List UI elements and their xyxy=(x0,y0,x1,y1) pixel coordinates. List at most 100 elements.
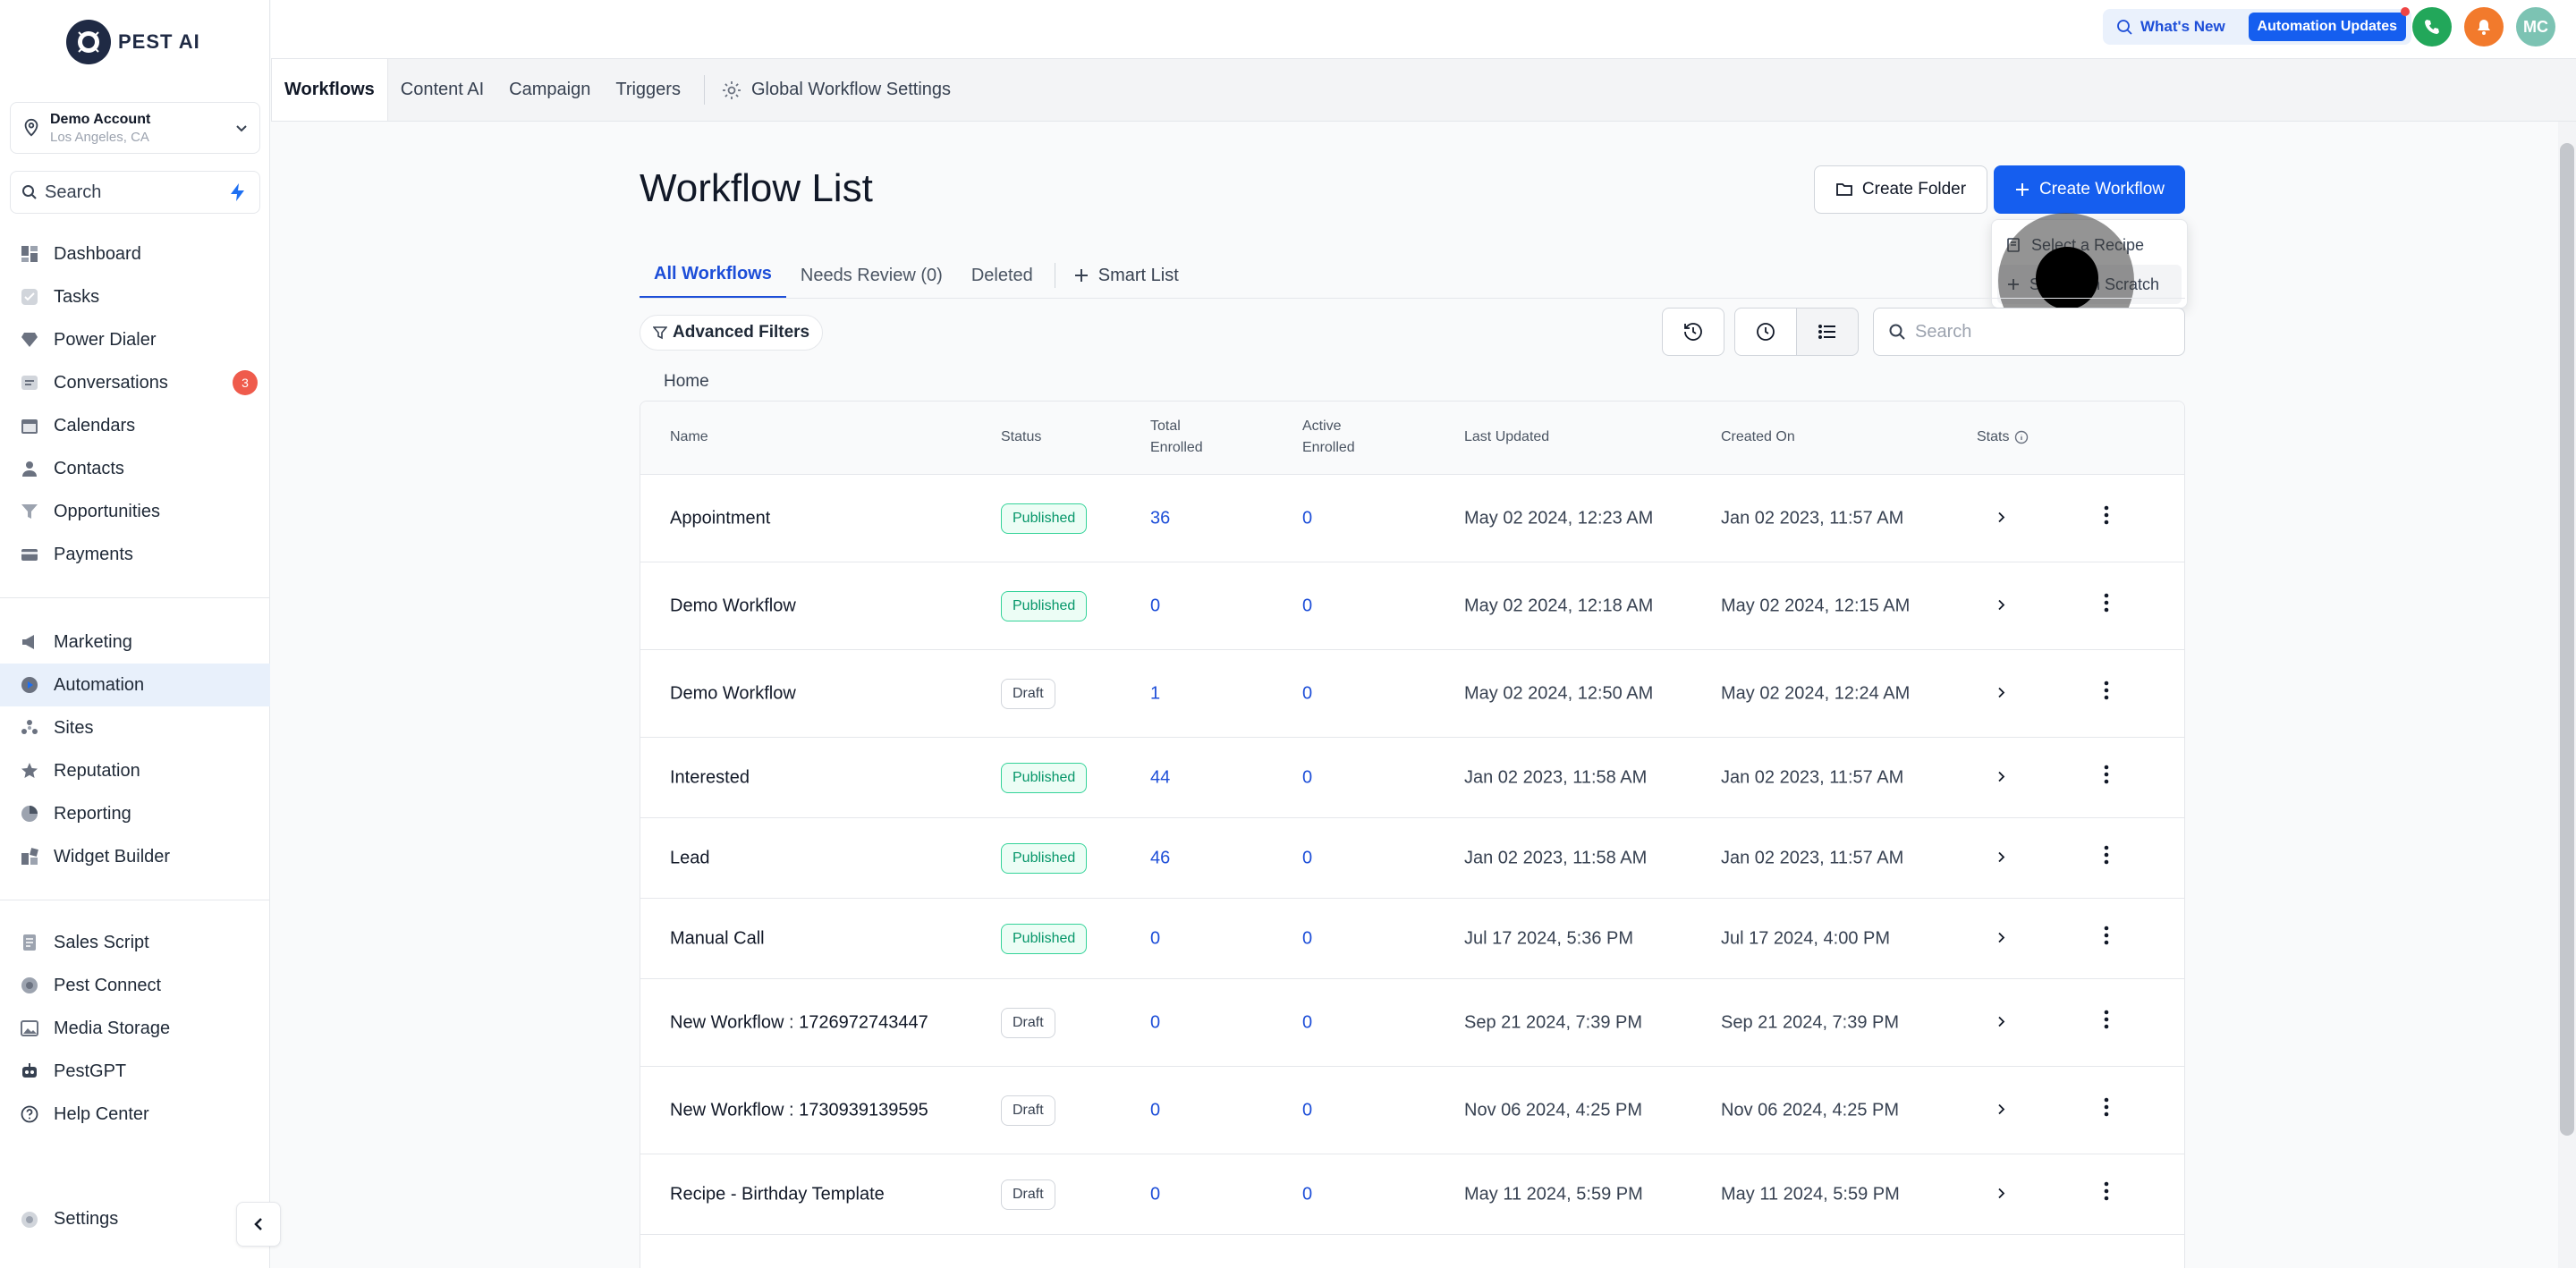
total-enrolled[interactable]: 0 xyxy=(1150,1182,1160,1206)
user-avatar[interactable]: MC xyxy=(2516,7,2555,46)
tab-workflows[interactable]: Workflows xyxy=(271,59,388,121)
active-enrolled[interactable]: 0 xyxy=(1302,681,1312,706)
table-row[interactable]: Lead Published 46 0 Jan 02 2023, 11:58 AM Jan… xyxy=(640,818,2184,899)
sidebar-item-conversations[interactable]: Conversations 3 xyxy=(0,361,270,404)
col-header-name[interactable]: Name xyxy=(670,427,708,448)
table-row[interactable]: Appointment Published 36 0 May 02 2024, 12:2… xyxy=(640,475,2184,562)
table-row[interactable]: New Workflow : 1730939139595 Draft 0 0 Nov 0… xyxy=(640,1067,2184,1154)
stats-chevron-icon[interactable] xyxy=(1995,1010,2012,1035)
stats-chevron-icon[interactable] xyxy=(1995,1098,2012,1122)
table-row[interactable]: Manual Call Published 0 0 Jul 17 2024, 5:36 … xyxy=(640,899,2184,979)
col-header-status[interactable]: Status xyxy=(1001,427,1041,448)
sidebar-item-sites[interactable]: Sites xyxy=(0,706,270,749)
sidebar-item-pestgpt[interactable]: PestGPT xyxy=(0,1050,270,1093)
table-row[interactable]: Demo Workflow Published 0 0 May 02 2024, 12:… xyxy=(640,562,2184,650)
global-workflow-settings-link[interactable]: Global Workflow Settings xyxy=(716,59,951,121)
active-enrolled[interactable]: 0 xyxy=(1302,594,1312,618)
history-button[interactable] xyxy=(1662,308,1724,356)
stats-chevron-icon[interactable] xyxy=(1995,765,2012,790)
total-enrolled[interactable]: 1 xyxy=(1150,681,1160,706)
total-enrolled[interactable]: 0 xyxy=(1150,926,1160,951)
sidebar-item-reporting[interactable]: Reporting xyxy=(0,792,270,835)
total-enrolled[interactable]: 0 xyxy=(1150,1098,1160,1122)
stats-chevron-icon[interactable] xyxy=(1995,1182,2012,1206)
workflow-name[interactable]: Interested xyxy=(670,765,938,790)
sidebar-item-widget-builder[interactable]: Widget Builder xyxy=(0,835,270,878)
tab-deleted[interactable]: Deleted xyxy=(957,252,1047,299)
stats-chevron-icon[interactable] xyxy=(1995,681,2012,706)
whats-new-link[interactable]: What's New xyxy=(2140,18,2225,36)
active-enrolled[interactable]: 0 xyxy=(1302,506,1312,530)
breadcrumb[interactable]: Home xyxy=(664,372,709,392)
stats-chevron-icon[interactable] xyxy=(1995,846,2012,870)
add-smart-list-button[interactable]: Smart List xyxy=(1063,252,1190,299)
col-header-stats[interactable]: Stats xyxy=(1977,427,2029,448)
list-view-button[interactable] xyxy=(1796,308,1859,356)
stats-chevron-icon[interactable] xyxy=(1995,506,2012,530)
workflow-search-input[interactable]: Search xyxy=(1873,308,2185,356)
active-enrolled[interactable]: 0 xyxy=(1302,1182,1312,1206)
total-enrolled[interactable]: 0 xyxy=(1150,594,1160,618)
sidebar-item-power-dialer[interactable]: Power Dialer xyxy=(0,318,270,361)
sidebar-item-sales-script[interactable]: Sales Script xyxy=(0,921,270,964)
kebab-menu-icon[interactable] xyxy=(2104,926,2122,952)
kebab-menu-icon[interactable] xyxy=(2104,680,2122,707)
sidebar-item-automation[interactable]: Automation xyxy=(0,664,270,706)
sidebar-item-media-storage[interactable]: Media Storage xyxy=(0,1007,270,1050)
table-row[interactable]: Interested Published 44 0 Jan 02 2023, 11:58… xyxy=(640,738,2184,818)
advanced-filters-button[interactable]: Advanced Filters xyxy=(640,315,824,351)
sidebar-item-marketing[interactable]: Marketing xyxy=(0,621,270,664)
kebab-menu-icon[interactable] xyxy=(2104,593,2122,620)
stats-chevron-icon[interactable] xyxy=(1995,926,2012,951)
sidebar-item-pest-connect[interactable]: Pest Connect xyxy=(0,964,270,1007)
col-header-last-updated[interactable]: Last Updated xyxy=(1464,427,1549,448)
scrollbar-thumb[interactable] xyxy=(2560,143,2574,1136)
notifications-button[interactable] xyxy=(2464,7,2504,46)
sidebar-item-calendars[interactable]: Calendars xyxy=(0,404,270,447)
total-enrolled[interactable]: 44 xyxy=(1150,765,1170,790)
tab-campaign[interactable]: Campaign xyxy=(496,59,603,121)
sidebar-item-dashboard[interactable]: Dashboard xyxy=(0,232,270,275)
phone-button[interactable] xyxy=(2412,7,2452,46)
sidebar-item-reputation[interactable]: Reputation xyxy=(0,749,270,792)
tab-triggers[interactable]: Triggers xyxy=(603,59,693,121)
workflow-name[interactable]: Appointment xyxy=(670,506,938,530)
tab-content-ai[interactable]: Content AI xyxy=(388,59,496,121)
stats-chevron-icon[interactable] xyxy=(1995,594,2012,618)
workflow-name[interactable]: Lead xyxy=(670,846,938,870)
tab-needs-review[interactable]: Needs Review (0) xyxy=(786,252,957,299)
brand-logo[interactable]: PEST AI xyxy=(66,20,200,64)
table-row[interactable]: Recipe - Birthday Template Draft 0 0 May 11 … xyxy=(640,1154,2184,1235)
total-enrolled[interactable]: 36 xyxy=(1150,506,1170,530)
kebab-menu-icon[interactable] xyxy=(2104,1097,2122,1124)
account-switcher[interactable]: Demo Account Los Angeles, CA xyxy=(10,102,260,154)
sidebar-item-tasks[interactable]: Tasks xyxy=(0,275,270,318)
sidebar-search[interactable]: Search xyxy=(10,171,260,214)
workflow-name[interactable]: Recipe - Birthday Template xyxy=(670,1182,938,1206)
kebab-menu-icon[interactable] xyxy=(2104,505,2122,532)
sidebar-item-contacts[interactable]: Contacts xyxy=(0,447,270,490)
workflow-name[interactable]: New Workflow : 1730939139595 xyxy=(670,1098,938,1122)
kebab-menu-icon[interactable] xyxy=(2104,1010,2122,1036)
active-enrolled[interactable]: 0 xyxy=(1302,765,1312,790)
sidebar-item-opportunities[interactable]: Opportunities xyxy=(0,490,270,533)
workflow-name[interactable]: Demo Workflow xyxy=(670,594,938,618)
workflow-name[interactable]: Demo Workflow xyxy=(670,681,938,706)
active-enrolled[interactable]: 0 xyxy=(1302,846,1312,870)
sidebar-item-payments[interactable]: Payments xyxy=(0,533,270,576)
automation-updates-button[interactable]: Automation Updates xyxy=(2248,7,2410,41)
total-enrolled[interactable]: 46 xyxy=(1150,846,1170,870)
tab-all-workflows[interactable]: All Workflows xyxy=(640,252,786,299)
total-enrolled[interactable]: 0 xyxy=(1150,1010,1160,1035)
active-enrolled[interactable]: 0 xyxy=(1302,1098,1312,1122)
kebab-menu-icon[interactable] xyxy=(2104,845,2122,872)
create-workflow-button[interactable]: Create Workflow xyxy=(1994,165,2185,214)
table-row[interactable]: Demo Workflow Draft 1 0 May 02 2024, 12:50 A… xyxy=(640,650,2184,738)
active-enrolled[interactable]: 0 xyxy=(1302,926,1312,951)
sidebar-item-settings[interactable]: Settings xyxy=(20,1209,118,1230)
create-folder-button[interactable]: Create Folder xyxy=(1814,165,1987,214)
sidebar-item-help-center[interactable]: Help Center xyxy=(0,1093,270,1136)
kebab-menu-icon[interactable] xyxy=(2104,765,2122,791)
workflow-name[interactable]: New Workflow : 1726972743447 xyxy=(670,1010,938,1035)
table-row[interactable]: New Workflow : 1726972743447 Draft 0 0 Sep 2… xyxy=(640,979,2184,1067)
